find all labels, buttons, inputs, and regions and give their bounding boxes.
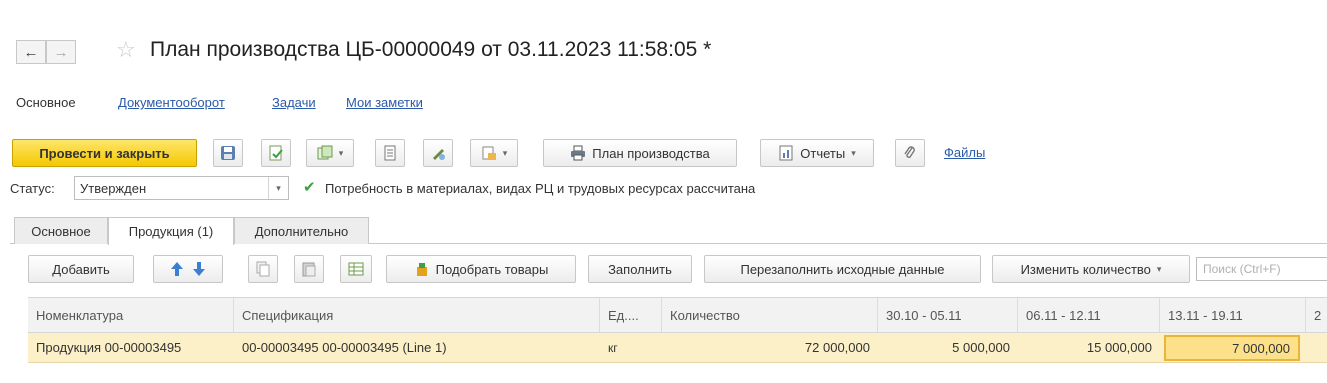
refill-source-data-button[interactable]: Перезаполнить исходные данные (704, 255, 981, 283)
section-document-flow[interactable]: Документооборот (118, 95, 225, 110)
chevron-down-icon: ▾ (851, 147, 856, 158)
move-buttons[interactable] (153, 255, 223, 283)
column-header-week-2[interactable]: 06.11 - 12.11 (1018, 298, 1160, 332)
copy-icon (256, 261, 270, 277)
column-header-specification[interactable]: Спецификация (234, 298, 600, 332)
pick-goods-label: Подобрать товары (435, 261, 549, 277)
pick-goods-button[interactable]: Подобрать товары (386, 255, 576, 283)
attach-doc-icon (482, 146, 496, 160)
document-title: План производства ЦБ-00000049 от 03.11.2… (150, 38, 712, 61)
paste-button[interactable] (294, 255, 324, 283)
paperclip-icon (904, 146, 915, 158)
table-row[interactable]: Продукция 00-00003495 00-00003495 00-000… (28, 333, 1327, 363)
table-header: Номенклатура Спецификация Ед.... Количес… (28, 297, 1327, 333)
create-based-on-button[interactable]: ▾ (306, 139, 354, 167)
add-button[interactable]: Добавить (28, 255, 134, 283)
arrow-up-icon[interactable] (170, 261, 184, 277)
reports-button[interactable]: Отчеты ▾ (760, 139, 874, 167)
checkmark-icon: ✔ (303, 179, 316, 196)
cell-week-1[interactable]: 5 000,000 (878, 333, 1018, 362)
favorite-star-icon[interactable]: ☆ (116, 37, 136, 63)
column-header-unit[interactable]: Ед.... (600, 298, 662, 332)
print-icon (571, 145, 586, 161)
chevron-down-icon: ▾ (502, 147, 508, 158)
fill-button[interactable]: Заполнить (588, 255, 692, 283)
select-all-button[interactable] (340, 255, 372, 283)
create-based-on-icon (317, 145, 333, 160)
change-quantity-label: Изменить количество (1020, 261, 1151, 277)
chevron-down-icon[interactable]: ▾ (268, 177, 288, 199)
section-tasks[interactable]: Задачи (272, 95, 316, 110)
cell-specification[interactable]: 00-00003495 00-00003495 (Line 1) (234, 333, 600, 362)
print-plan-label: План производства (592, 145, 710, 161)
column-header-week-3[interactable]: 13.11 - 19.11 (1160, 298, 1306, 332)
column-header-week-1[interactable]: 30.10 - 05.11 (878, 298, 1018, 332)
forward-button[interactable]: → (46, 40, 76, 64)
cell-week-4[interactable] (1306, 333, 1327, 362)
column-header-nomenclature[interactable]: Номенклатура (28, 298, 234, 332)
journal-icon (384, 145, 396, 161)
attachments-button[interactable] (895, 139, 925, 167)
arrow-left-icon: ← (23, 43, 39, 61)
arrow-down-icon[interactable] (192, 261, 206, 277)
chevron-down-icon: ▾ (338, 147, 344, 158)
tab-products[interactable]: Продукция (1) (108, 217, 234, 245)
tab-main[interactable]: Основное (14, 217, 108, 244)
reports-icon (779, 145, 793, 161)
save-button[interactable] (213, 139, 243, 167)
post-icon (269, 145, 283, 161)
back-button[interactable]: ← (16, 40, 46, 64)
journal-button[interactable] (375, 139, 405, 167)
arrow-right-icon: → (53, 43, 69, 61)
column-header-week-4[interactable]: 2 (1306, 298, 1327, 332)
chevron-down-icon: ▾ (1156, 263, 1162, 274)
pick-goods-icon (416, 263, 427, 276)
table-select-icon (348, 262, 364, 276)
paste-icon (302, 262, 316, 277)
cell-week-3-selected[interactable]: 7 000,000 (1164, 335, 1300, 361)
change-quantity-button[interactable]: Изменить количество ▾ (992, 255, 1190, 283)
status-value: Утвержден (80, 180, 147, 196)
section-main[interactable]: Основное (16, 95, 76, 110)
cell-unit[interactable]: кг (600, 333, 662, 362)
tab-additional[interactable]: Дополнительно (234, 217, 369, 244)
column-header-quantity[interactable]: Количество (662, 298, 878, 332)
edit-button[interactable] (423, 139, 453, 167)
save-icon (221, 146, 235, 160)
copy-button[interactable] (248, 255, 278, 283)
reports-label: Отчеты (800, 145, 846, 161)
status-select[interactable]: Утвержден ▾ (74, 176, 289, 200)
cell-nomenclature[interactable]: Продукция 00-00003495 (28, 333, 234, 362)
edit-icon (433, 149, 445, 160)
cell-week-2[interactable]: 15 000,000 (1018, 333, 1160, 362)
post-button[interactable] (261, 139, 291, 167)
cell-quantity[interactable]: 72 000,000 (662, 333, 878, 362)
post-and-close-button[interactable]: Провести и закрыть (12, 139, 197, 167)
attach-doc-button[interactable]: ▾ (470, 139, 518, 167)
status-label: Статус: (10, 181, 55, 196)
files-link[interactable]: Файлы (944, 145, 985, 160)
section-my-notes[interactable]: Мои заметки (346, 95, 423, 110)
search-input[interactable]: Поиск (Ctrl+F) (1196, 257, 1327, 281)
print-plan-button[interactable]: План производства (543, 139, 737, 167)
status-message: Потребность в материалах, видах РЦ и тру… (325, 181, 756, 196)
